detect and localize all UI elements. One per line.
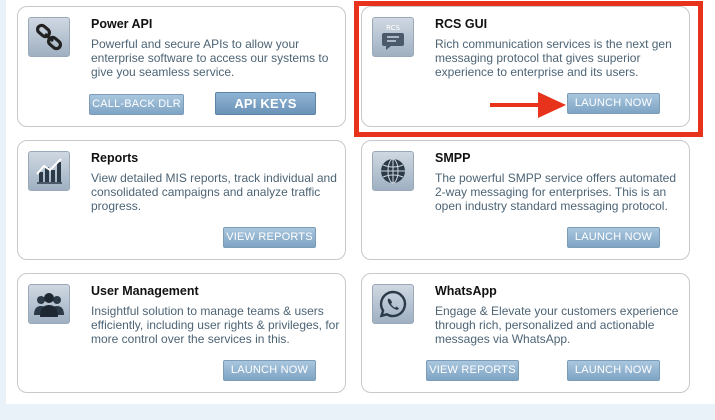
call-back-dlr-button[interactable]: CALL-BACK DLR [89,94,184,115]
card-description: Engage & Elevate your customers experien… [435,304,679,346]
view-reports-button[interactable]: VIEW REPORTS [426,360,519,381]
whatsapp-icon [372,284,414,324]
card-title: WhatsApp [435,284,497,298]
card-title: User Management [91,284,199,298]
launch-now-button[interactable]: LAUNCH NOW [223,360,316,381]
arrow-icon [490,92,566,118]
card-title: SMPP [435,151,471,165]
launch-now-button[interactable]: LAUNCH NOW [567,227,660,248]
card-title: Reports [91,151,139,165]
card-reports: Reports View detailed MIS reports, track… [17,140,346,260]
launch-now-button[interactable]: LAUNCH NOW [567,360,660,381]
card-smpp: SMPP The powerful SMPP service offers au… [361,140,690,260]
link-chain-icon [28,17,70,57]
card-title: Power API [91,17,153,31]
card-description: Powerful and secure APIs to allow your e… [91,37,329,79]
card-description: The powerful SMPP service offers automat… [435,171,677,213]
api-keys-button[interactable]: API KEYS [215,92,316,115]
card-description: Insightful solution to manage teams & us… [91,304,340,346]
card-power-api: Power API Powerful and secure APIs to al… [17,6,346,127]
card-description: View detailed MIS reports, track individ… [91,171,337,213]
bar-chart-icon [28,151,70,191]
users-group-icon [28,284,70,324]
globe-icon [372,151,414,191]
card-whatsapp: WhatsApp Engage & Elevate your customers… [361,273,690,393]
view-reports-button[interactable]: VIEW REPORTS [223,227,316,248]
card-user-management: User Management Insightful solution to m… [17,273,346,393]
